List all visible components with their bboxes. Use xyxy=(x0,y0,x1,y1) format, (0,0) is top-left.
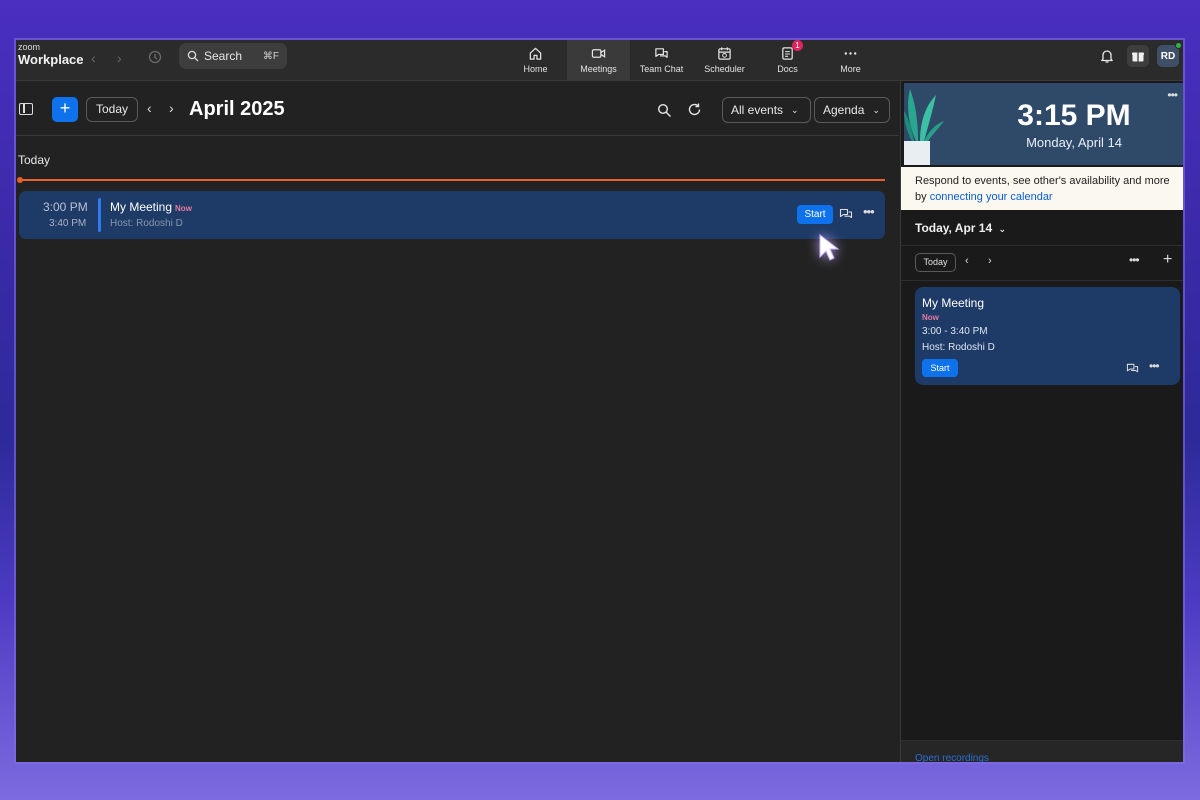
whats-new-button[interactable] xyxy=(1127,45,1149,67)
card-title: My Meeting xyxy=(922,296,985,310)
clock-more-icon[interactable]: ••• xyxy=(1167,88,1178,102)
top-bar: zoom Workplace ‹ › Search ⌘F Home Meetin… xyxy=(16,40,1183,81)
tab-docs[interactable]: 1 Docs xyxy=(756,40,819,80)
panel-footer: Open recordings xyxy=(901,740,1183,762)
card-more-icon[interactable]: ••• xyxy=(1149,359,1160,373)
panel-add-icon[interactable]: + xyxy=(1163,251,1172,269)
date-header-label: Today, Apr 14 xyxy=(915,221,993,235)
panel-prev-day-icon[interactable]: ‹ xyxy=(965,255,969,267)
brand-large: Workplace xyxy=(18,52,84,67)
search-label: Search xyxy=(204,49,243,63)
calendar-search-icon[interactable] xyxy=(657,103,672,118)
card-time: 3:00 - 3:40 PM xyxy=(922,326,988,337)
date-header-dropdown[interactable]: Today, Apr 14 ⌄ xyxy=(915,221,1006,235)
prev-month-icon[interactable]: ‹ xyxy=(147,100,152,116)
view-label: Agenda xyxy=(823,103,865,117)
next-month-icon[interactable]: › xyxy=(169,100,174,116)
current-time-line xyxy=(19,179,885,181)
chat-icon xyxy=(655,48,668,58)
tab-scheduler[interactable]: Scheduler xyxy=(693,40,756,80)
event-title-row: My Meeting Now xyxy=(110,200,192,214)
calendar-clock-icon xyxy=(718,47,731,60)
card-chat-icon[interactable] xyxy=(1126,362,1139,375)
today-button[interactable]: Today xyxy=(86,97,138,122)
open-recordings-link[interactable]: Open recordings xyxy=(915,753,989,762)
calendar-toolbar: + Today ‹ › April 2025 All events ⌄ Agen… xyxy=(16,81,899,136)
main-nav: Home Meetings Team Chat Scheduler 1 Docs xyxy=(504,40,882,80)
chevron-down-icon: ⌄ xyxy=(998,224,1007,234)
tab-team-chat[interactable]: Team Chat xyxy=(630,40,693,80)
forward-arrow-icon[interactable]: › xyxy=(117,50,122,66)
bell-icon[interactable] xyxy=(1099,48,1115,64)
event-more-icon[interactable]: ••• xyxy=(863,204,875,219)
gift-icon xyxy=(1132,52,1144,62)
start-meeting-button[interactable]: Start xyxy=(797,205,833,224)
brand-logo: zoom Workplace xyxy=(18,42,84,67)
presence-status-dot xyxy=(1175,42,1182,49)
sidebar-toggle-icon[interactable] xyxy=(19,103,33,115)
event-color-bar xyxy=(98,198,101,232)
tab-docs-label: Docs xyxy=(777,64,798,74)
panel-today-button[interactable]: Today xyxy=(915,253,956,272)
refresh-icon[interactable] xyxy=(687,102,702,117)
video-icon xyxy=(591,49,606,58)
tab-home-label: Home xyxy=(523,64,548,74)
month-title: April 2025 xyxy=(189,98,285,120)
tab-team-chat-label: Team Chat xyxy=(639,64,684,74)
docs-badge: 1 xyxy=(792,40,803,51)
event-start-time: 3:00 PM xyxy=(43,200,88,214)
agenda-day-label: Today xyxy=(18,153,51,167)
current-time-dot xyxy=(17,177,23,183)
plant-illustration-icon xyxy=(904,89,944,165)
right-panel: 3:15 PM Monday, April 14 ••• Respond to … xyxy=(900,81,1183,762)
card-now-tag: Now xyxy=(922,313,939,322)
panel-next-day-icon[interactable]: › xyxy=(988,255,992,267)
clock-card: 3:15 PM Monday, April 14 ••• xyxy=(904,83,1183,165)
tab-home[interactable]: Home xyxy=(504,40,567,80)
agenda-event[interactable]: 3:00 PM 3:40 PM My Meeting Now Host: Rodo… xyxy=(19,191,885,239)
tab-more[interactable]: More xyxy=(819,40,882,80)
view-dropdown[interactable]: Agenda ⌄ xyxy=(814,97,890,123)
search-icon xyxy=(187,50,199,62)
event-now-tag: Now xyxy=(175,204,192,213)
tab-meetings-label: Meetings xyxy=(580,64,617,74)
card-host: Host: Rodoshi D xyxy=(922,342,995,353)
back-arrow-icon[interactable]: ‹ xyxy=(91,50,96,66)
clock-time: 3:15 PM xyxy=(1017,99,1131,132)
zoom-window: zoom Workplace ‹ › Search ⌘F Home Meetin… xyxy=(16,40,1183,762)
event-title: My Meeting xyxy=(110,200,173,214)
connect-calendar-link[interactable]: connecting your calendar xyxy=(930,191,1053,203)
calendar-main: + Today ‹ › April 2025 All events ⌄ Agen… xyxy=(16,81,899,762)
top-right-controls: RD xyxy=(1099,42,1183,67)
event-host: Host: Rodoshi D xyxy=(110,218,183,229)
ellipsis-icon xyxy=(844,52,857,55)
search-shortcut: ⌘F xyxy=(262,50,279,62)
add-event-button[interactable]: + xyxy=(52,97,78,122)
avatar[interactable]: RD xyxy=(1157,42,1182,67)
card-start-button[interactable]: Start xyxy=(922,359,958,377)
chevron-down-icon: ⌄ xyxy=(791,104,799,115)
divider xyxy=(901,245,1183,246)
brand-small: zoom xyxy=(18,42,41,52)
divider xyxy=(901,280,1183,281)
history-icon[interactable] xyxy=(147,49,163,65)
avatar-initials: RD xyxy=(1160,50,1176,62)
connect-calendar-banner: Respond to events, see other's availabil… xyxy=(901,167,1183,210)
tab-scheduler-label: Scheduler xyxy=(704,64,745,74)
event-end-time: 3:40 PM xyxy=(49,218,87,229)
meeting-chat-icon[interactable] xyxy=(839,207,853,221)
chevron-down-icon: ⌄ xyxy=(872,104,880,115)
tab-more-label: More xyxy=(840,64,861,74)
mouse-cursor-icon xyxy=(819,233,840,261)
events-filter-label: All events xyxy=(731,103,784,117)
home-icon xyxy=(529,47,542,60)
upcoming-meeting-card[interactable]: My Meeting Now 3:00 - 3:40 PM Host: Rodo… xyxy=(915,287,1180,385)
events-filter-dropdown[interactable]: All events ⌄ xyxy=(722,97,811,123)
search-box[interactable]: Search ⌘F xyxy=(179,43,287,69)
panel-more-icon[interactable]: ••• xyxy=(1129,253,1140,267)
tab-meetings[interactable]: Meetings xyxy=(567,40,630,80)
clock-date: Monday, April 14 xyxy=(1026,135,1122,150)
